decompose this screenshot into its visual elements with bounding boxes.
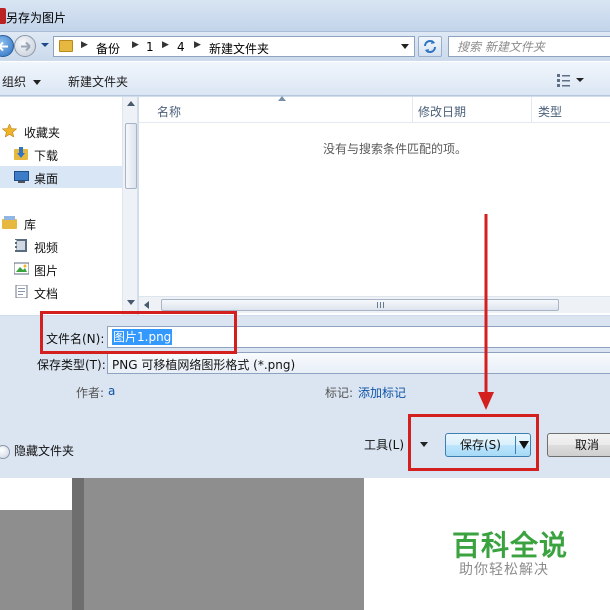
address-bar[interactable]: ▶ 备份 ▶ 1 ▶ 4 ▶ 新建文件夹	[53, 36, 415, 57]
back-button[interactable]	[0, 35, 14, 57]
tools-button[interactable]: 工具(L)	[364, 436, 404, 453]
collapse-icon	[0, 444, 10, 459]
nav-item-videos[interactable]: 视频	[0, 235, 122, 257]
nav-item-downloads[interactable]: 下载	[0, 143, 122, 165]
author-label: 作者:	[76, 386, 105, 400]
window-gutter	[72, 478, 84, 610]
hide-folders-button[interactable]: 隐藏文件夹	[0, 442, 74, 459]
cancel-button[interactable]: 取消	[547, 433, 610, 457]
breadcrumb-1[interactable]: 1	[146, 40, 154, 54]
window-title: 另存为图片	[6, 11, 67, 25]
column-headers: 名称 修改日期 类型	[139, 96, 610, 123]
filetype-select[interactable]: PNG 可移植网络图形格式 (*.png)	[107, 352, 610, 374]
refresh-icon	[424, 40, 436, 53]
navigation-pane: 收藏夹 下载 桌面 库 视频 图片 文档	[0, 97, 138, 315]
column-divider[interactable]	[531, 97, 532, 123]
forward-button[interactable]	[14, 35, 36, 57]
scroll-down-icon[interactable]	[127, 300, 135, 305]
breadcrumb-new-folder[interactable]: 新建文件夹	[209, 40, 269, 57]
nav-item-documents[interactable]: 文档	[0, 281, 122, 303]
chevron-down-icon	[33, 80, 42, 85]
scroll-left-icon[interactable]	[144, 301, 149, 309]
video-icon	[15, 239, 27, 252]
title-bar: 另存为图片	[0, 0, 610, 32]
nav-item-label: 文档	[34, 287, 59, 301]
refresh-button[interactable]	[418, 36, 442, 57]
address-row: ▶ 备份 ▶ 1 ▶ 4 ▶ 新建文件夹	[0, 32, 610, 60]
column-modified-date[interactable]: 修改日期	[418, 103, 466, 120]
star-icon	[2, 124, 17, 137]
organize-button[interactable]: 组织	[2, 73, 42, 90]
filetype-value: PNG 可移植网络图形格式 (*.png)	[112, 358, 296, 372]
command-bar: 组织 新建文件夹	[0, 61, 610, 96]
new-folder-button[interactable]: 新建文件夹	[68, 73, 128, 90]
recent-pages-dropdown-icon[interactable]	[40, 40, 50, 50]
column-divider[interactable]	[412, 97, 413, 123]
tags-label: 标记:	[325, 386, 354, 400]
watermark-title: 百科全说	[452, 529, 569, 562]
picture-icon	[14, 262, 29, 275]
nav-item-label: 视频	[34, 241, 59, 255]
downloads-folder-icon	[14, 147, 28, 160]
nav-item-desktop[interactable]: 桌面	[0, 166, 122, 188]
breadcrumb-separator-icon[interactable]: ▶	[194, 40, 201, 50]
scrollbar-thumb[interactable]	[125, 123, 137, 189]
nav-item-favorites[interactable]: 收藏夹	[0, 120, 122, 142]
arrow-right-icon	[21, 41, 31, 52]
arrow-left-icon	[0, 41, 8, 52]
watermark-subtitle: 助你轻松解决	[459, 562, 549, 578]
organize-label: 组织	[2, 75, 27, 89]
search-input[interactable]	[449, 37, 609, 56]
sort-up-icon	[278, 96, 286, 101]
filetype-label: 保存类型(T):	[37, 358, 106, 372]
chevron-down-icon[interactable]	[400, 43, 410, 51]
author-value[interactable]: a	[108, 384, 115, 398]
nav-item-label: 收藏夹	[24, 126, 61, 140]
highlight-box-filename	[40, 311, 237, 354]
view-options-icon[interactable]	[556, 72, 590, 88]
scroll-up-icon[interactable]	[127, 101, 135, 106]
scrollbar-thumb[interactable]	[161, 299, 559, 311]
hide-folders-label: 隐藏文件夹	[14, 444, 75, 458]
breadcrumb-separator-icon[interactable]: ▶	[132, 40, 139, 50]
desktop-icon	[14, 171, 29, 183]
add-tags-link[interactable]: 添加标记	[358, 384, 406, 401]
document-icon	[15, 285, 28, 298]
breadcrumb-backup[interactable]: 备份	[96, 40, 120, 57]
library-icon	[2, 216, 17, 229]
nav-item-label: 下载	[34, 149, 59, 163]
column-name[interactable]: 名称	[157, 103, 181, 120]
breadcrumb-4[interactable]: 4	[177, 40, 185, 54]
breadcrumb-separator-icon[interactable]: ▶	[81, 40, 88, 50]
document-page	[0, 478, 72, 510]
breadcrumb-separator-icon[interactable]: ▶	[162, 40, 169, 50]
search-box[interactable]	[448, 36, 610, 57]
grip-icon	[377, 302, 384, 308]
nav-item-label: 图片	[34, 264, 59, 278]
folder-icon	[59, 40, 73, 52]
column-type[interactable]: 类型	[538, 103, 562, 120]
empty-message: 没有与搜索条件匹配的项。	[323, 142, 468, 156]
nav-item-library[interactable]: 库	[0, 212, 122, 234]
nav-item-pictures[interactable]: 图片	[0, 258, 122, 280]
nav-item-label: 库	[24, 218, 37, 232]
nav-scrollbar[interactable]	[122, 97, 137, 315]
save-as-dialog: 另存为图片 ▶ 备份 ▶ 1 ▶ 4 ▶ 新建文件夹 搜索 新建文件夹 组织 新…	[0, 0, 610, 478]
nav-item-label: 桌面	[34, 172, 59, 186]
highlight-box-save	[408, 414, 539, 471]
file-list: 名称 修改日期 类型 没有与搜索条件匹配的项。	[139, 96, 610, 315]
